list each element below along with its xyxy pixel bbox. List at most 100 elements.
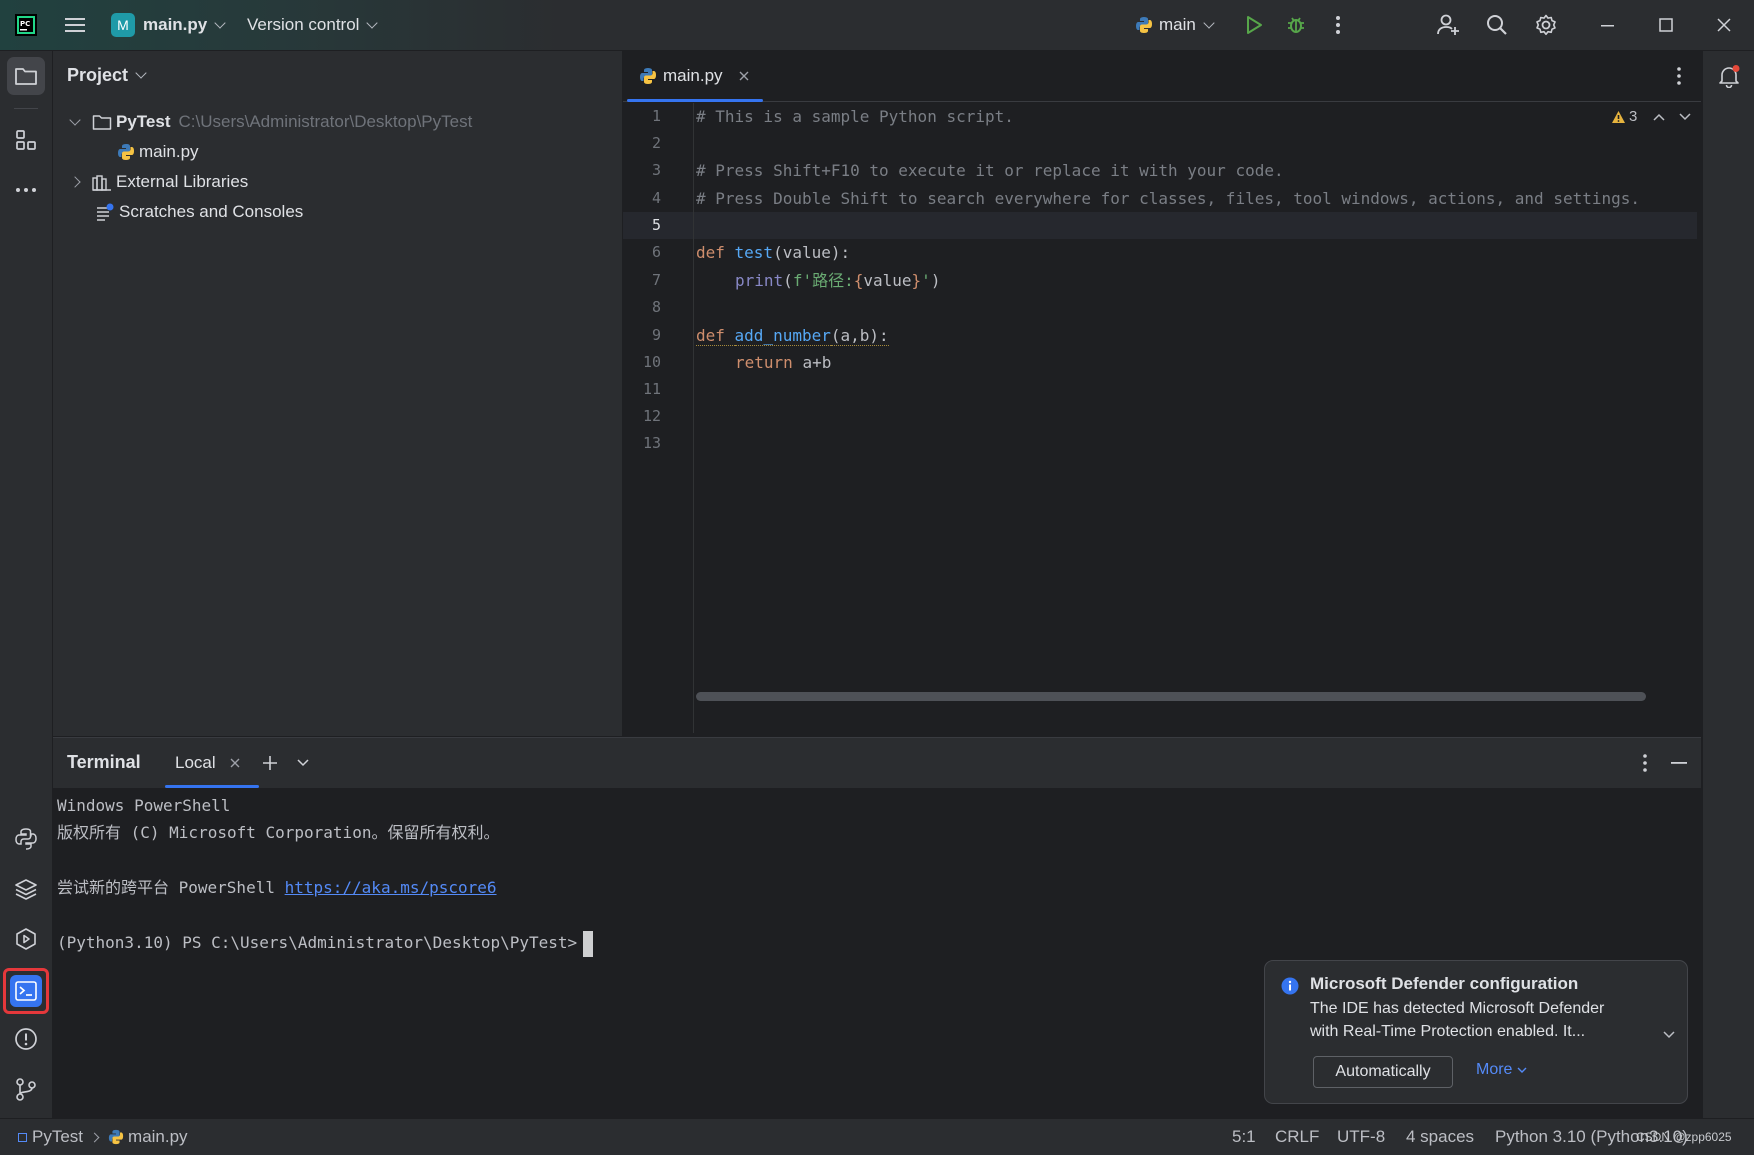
chevron-down-icon[interactable] (69, 114, 81, 126)
maximize-window-icon[interactable] (1654, 0, 1678, 50)
function-name: test (734, 243, 774, 262)
run-services-icon (16, 928, 36, 950)
project-tool-button[interactable] (7, 57, 45, 95)
code-line-6[interactable]: def test(value): (696, 239, 850, 266)
python-packages-button[interactable] (7, 870, 45, 908)
problems-icon (15, 1028, 37, 1050)
folder-icon (15, 68, 37, 85)
terminal-more-icon[interactable] (1643, 754, 1647, 772)
info-icon (1281, 977, 1299, 995)
editor-tab-bar: main.py (623, 51, 1701, 102)
project-panel-header[interactable]: Project (67, 65, 147, 86)
warning-count: 3 (1629, 108, 1638, 125)
code-line-7[interactable]: print(f'路径:{value}') (696, 267, 940, 294)
tree-item-scratches[interactable]: Scratches and Consoles (95, 198, 303, 226)
comment: # Press Double Shift to search everywher… (696, 189, 1641, 208)
code-text: ( (783, 271, 793, 290)
previous-highlight-icon[interactable] (1653, 113, 1665, 121)
chevron-down-icon (1203, 16, 1215, 29)
notification-title: Microsoft Defender configuration (1310, 974, 1579, 993)
indent-setting[interactable]: 4 spaces (1406, 1119, 1474, 1155)
close-tab-icon[interactable] (739, 71, 749, 81)
next-highlight-icon[interactable] (1679, 112, 1691, 121)
file-encoding[interactable]: UTF-8 (1337, 1119, 1385, 1155)
automatically-button[interactable]: Automatically (1313, 1056, 1453, 1088)
inspection-widget[interactable]: 3 (1611, 108, 1691, 125)
line-number-current: 5 (651, 216, 661, 234)
run-config-selector[interactable]: main (1135, 0, 1215, 50)
terminal-tab-label: Local (175, 753, 216, 772)
terminal-link[interactable]: https://aka.ms/pscore6 (285, 878, 497, 897)
notifications-button[interactable] (1710, 57, 1748, 95)
status-bar: PyTest main.py 5:1 CRLF UTF-8 4 spaces P… (0, 1118, 1754, 1155)
more-label: More (1476, 1061, 1513, 1078)
expand-notification-icon[interactable] (1663, 1031, 1675, 1039)
chevron-right-icon[interactable] (69, 176, 81, 188)
structure-tool-button[interactable] (7, 121, 45, 159)
tree-item-external-libraries[interactable]: External Libraries (69, 168, 248, 196)
minimize-window-icon[interactable] (1596, 0, 1620, 50)
comment: # Press Shift+F10 to execute it or repla… (696, 161, 1284, 180)
version-control-menu[interactable]: Version control (247, 0, 379, 50)
python-file-icon (639, 67, 657, 85)
automatically-button-label: Automatically (1335, 1063, 1431, 1080)
breadcrumb-project[interactable]: PyTest (32, 1127, 83, 1147)
comment: # This is a sample Python script. (696, 107, 1014, 126)
terminal-cursor (583, 930, 594, 957)
problems-button[interactable] (7, 1020, 45, 1058)
run-icon[interactable] (1242, 0, 1266, 50)
settings-gear-icon[interactable] (1534, 0, 1558, 50)
more-actions-link[interactable]: More (1476, 1061, 1527, 1079)
line-number: 7 (651, 271, 661, 289)
code-line-1[interactable]: # This is a sample Python script. (696, 103, 1014, 130)
editor-tabs-more-icon[interactable] (1677, 67, 1681, 90)
right-tool-stripe (1702, 51, 1754, 1118)
horizontal-scrollbar[interactable] (696, 692, 1646, 701)
new-terminal-tab-icon[interactable] (262, 755, 278, 771)
watermark-text: CSDN @zpp6025 (1636, 1130, 1732, 1144)
more-tool-windows-button[interactable] (7, 171, 45, 209)
add-user-icon[interactable] (1436, 0, 1462, 50)
terminal-tool-button-highlight[interactable] (3, 968, 49, 1014)
line-number: 2 (651, 134, 661, 152)
tree-item-label: Scratches and Consoles (119, 202, 304, 221)
line-number: 4 (651, 189, 661, 207)
warning-icon (1612, 110, 1625, 123)
editor-tab-main-py[interactable]: main.py (623, 51, 763, 102)
caret-position[interactable]: 5:1 (1232, 1119, 1256, 1155)
more-actions-icon[interactable] (1330, 0, 1346, 50)
tree-item-main-py[interactable]: main.py (117, 138, 199, 166)
keyword: def (696, 243, 735, 262)
code-line-9[interactable]: def add_number(a,b): (696, 322, 889, 349)
fstring-brace: } (911, 271, 922, 290)
pycharm-logo-icon[interactable]: PC (14, 0, 38, 50)
line-separator[interactable]: CRLF (1275, 1119, 1319, 1155)
code-line-4[interactable]: # Press Double Shift to search everywher… (696, 185, 1640, 212)
hide-panel-icon[interactable] (1671, 762, 1687, 764)
search-icon[interactable] (1485, 0, 1509, 50)
chevron-right-icon (89, 1132, 100, 1142)
main-menu-icon[interactable] (63, 0, 87, 50)
project-selector[interactable]: M main.py (111, 0, 226, 50)
run-config-label: main (1159, 15, 1196, 34)
breadcrumb-file[interactable]: main.py (128, 1127, 188, 1147)
python-icon (1135, 16, 1153, 34)
debug-icon[interactable] (1284, 0, 1308, 50)
line-number: 6 (651, 243, 661, 261)
terminal-tab-local[interactable]: Local (157, 738, 305, 788)
services-button[interactable] (7, 920, 45, 958)
code-text: (value): (773, 243, 851, 262)
breadcrumb: PyTest main.py (18, 1119, 188, 1155)
code-line-10[interactable]: return a+b (696, 349, 831, 376)
code-line-3[interactable]: # Press Shift+F10 to execute it or repla… (696, 157, 1284, 184)
tree-item-label: main.py (139, 142, 199, 161)
git-button[interactable] (7, 1070, 45, 1108)
close-tab-icon[interactable] (230, 758, 240, 768)
project-panel-title: Project (67, 65, 129, 85)
python-console-button[interactable] (7, 820, 45, 858)
tree-item-pytest[interactable]: PyTest C:\Users\Administrator\Desktop\Py… (69, 108, 472, 136)
string-literal: ' (921, 271, 931, 290)
terminal-prompt-line[interactable]: (Python3.10) PS C:\Users\Administrator\D… (57, 929, 594, 957)
terminal-options-chevron-icon[interactable] (297, 759, 309, 767)
close-window-icon[interactable] (1712, 0, 1736, 50)
